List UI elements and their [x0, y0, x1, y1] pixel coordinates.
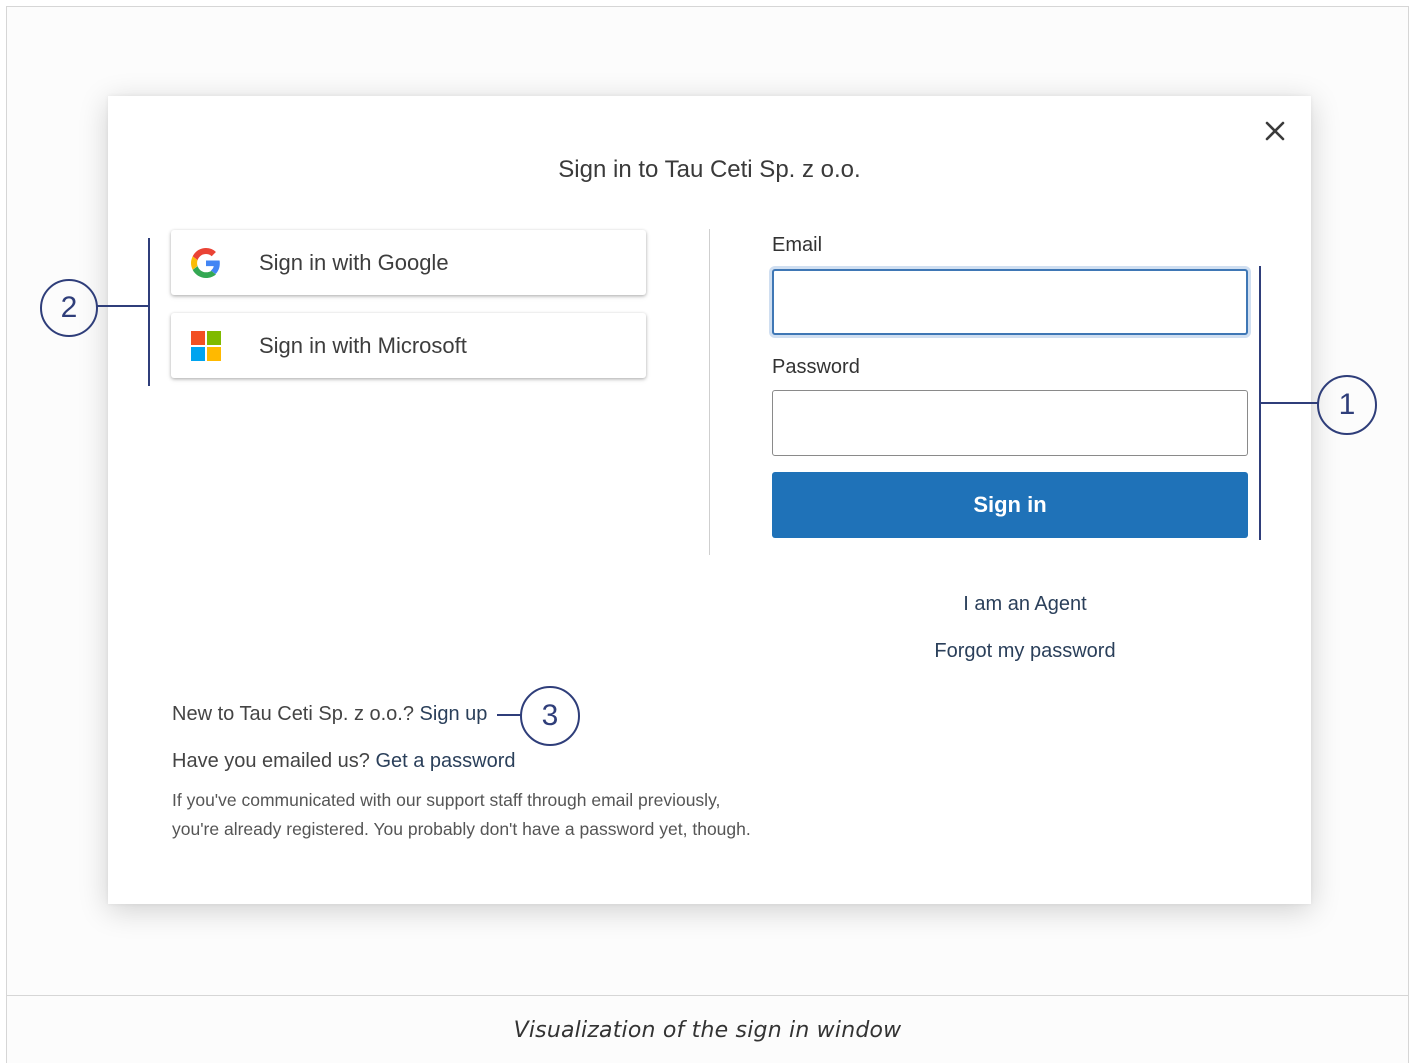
callout-lines — [40, 238, 1377, 746]
callout-1-number: 1 — [1338, 388, 1356, 421]
figure-caption: Visualization of the sign in window — [513, 1018, 902, 1043]
callout-3-number: 3 — [541, 699, 559, 732]
callout-2-number: 2 — [60, 291, 78, 324]
caption-divider — [6, 995, 1409, 996]
